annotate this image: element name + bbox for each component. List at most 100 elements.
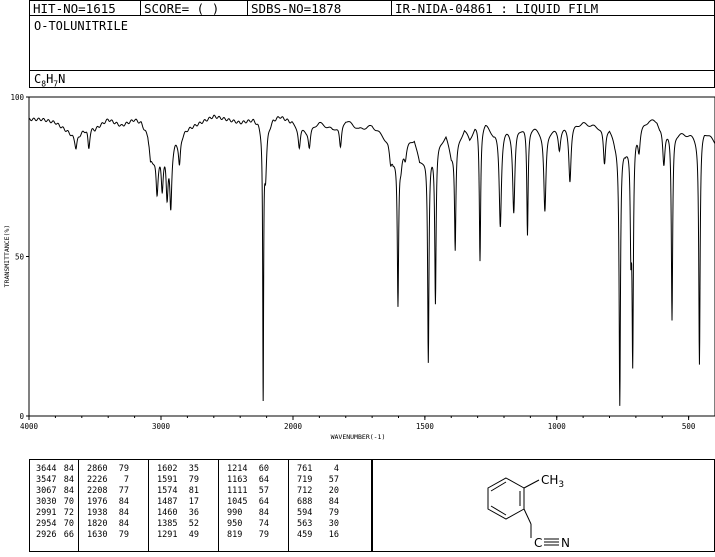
peak-wavenumber: 2991	[36, 508, 57, 518]
peak-column: 2860 79 2226 7 2208 77 1976 84 1938 84 1820 84 1630 7…	[78, 460, 148, 551]
formula-box: C8H7N	[29, 70, 715, 88]
hit-number: HIT-NO=1615	[29, 0, 141, 16]
peak-wavenumber: 563	[297, 519, 313, 529]
peak-wavenumber: 3030	[36, 497, 57, 507]
peak-transmittance: 52	[188, 519, 199, 529]
peak-wavenumber: 819	[227, 530, 243, 540]
peak-wavenumber: 719	[297, 475, 313, 485]
ir-spectrum-chart: 4000 3000 2000 1500 1000 500100500 WAVENUMBER…	[3, 93, 715, 441]
peak-transmittance: 79	[118, 530, 129, 540]
y-tick-label: 0	[19, 412, 24, 421]
compound-name: O-TOLUNITRILE	[34, 19, 128, 33]
peak-column: 3644 84 3547 84 3067 84 3030 70 2991 72 2954 70 2926…	[30, 460, 78, 551]
peak-wavenumber: 1214	[227, 464, 248, 474]
peak-transmittance: 64	[258, 475, 269, 485]
peak-wavenumber: 2860	[87, 464, 108, 474]
peak-wavenumber: 1385	[157, 519, 178, 529]
peak-wavenumber: 950	[227, 519, 243, 529]
peak-wavenumber: 2926	[36, 530, 57, 540]
nitrile-nitrogen-label: N	[561, 536, 570, 550]
peak-wavenumber: 1820	[87, 519, 108, 529]
y-tick-label: 100	[10, 93, 24, 102]
peak-wavenumber: 1976	[87, 497, 108, 507]
peak-transmittance: 49	[188, 530, 199, 540]
peak-transmittance: 84	[63, 486, 74, 496]
peak-transmittance: 66	[63, 530, 74, 540]
peak-transmittance: 84	[258, 508, 269, 518]
y-tick-label: 50	[15, 253, 25, 262]
y-axis-title: TRANSMITTANCE(%)	[3, 225, 11, 288]
peak-wavenumber: 3067	[36, 486, 57, 496]
peak-table: 3644 84 3547 84 3067 84 3030 70 2991 72 2954 70 2926…	[29, 459, 372, 552]
peak-transmittance: 77	[118, 486, 129, 496]
peak-wavenumber: 2226	[87, 475, 108, 485]
peak-transmittance: 79	[188, 475, 199, 485]
peak-transmittance: 72	[63, 508, 74, 518]
peak-column: 1214 60 1163 64 1111 57 1045 64 990 84 950 74 819 79	[218, 460, 288, 551]
peak-transmittance: 84	[118, 519, 129, 529]
peak-transmittance: 79	[258, 530, 269, 540]
peak-wavenumber: 1938	[87, 508, 108, 518]
peak-wavenumber: 2208	[87, 486, 108, 496]
peak-wavenumber: 712	[297, 486, 313, 496]
ir-info: IR-NIDA-04861 : LIQUID FILM	[391, 0, 715, 16]
peak-transmittance: 16	[328, 530, 339, 540]
peak-column: 1602 35 1591 79 1574 81 1487 17 1460 36 1385 52 1291…	[148, 460, 218, 551]
peak-wavenumber: 688	[297, 497, 313, 507]
methyl-label: CH3	[541, 473, 564, 490]
peak-wavenumber: 594	[297, 508, 313, 518]
peak-transmittance: 35	[188, 464, 199, 474]
peak-wavenumber: 1163	[227, 475, 248, 485]
peak-wavenumber: 3644	[36, 464, 57, 474]
x-tick-label: 1500	[416, 422, 435, 431]
peak-wavenumber: 3547	[36, 475, 57, 485]
peak-wavenumber: 1574	[157, 486, 178, 496]
peak-transmittance: 84	[118, 508, 129, 518]
peak-transmittance: 57	[258, 486, 269, 496]
peak-transmittance: 79	[328, 508, 339, 518]
peak-transmittance: 74	[258, 519, 269, 529]
sdbs-number: SDBS-NO=1878	[247, 0, 392, 16]
peak-transmittance: 84	[328, 497, 339, 507]
axis-ticks: 4000 3000 2000 1500 1000 500100500	[10, 93, 695, 431]
peak-transmittance: 81	[188, 486, 199, 496]
peak-transmittance: 60	[258, 464, 269, 474]
structure-box: CH3 C N	[372, 459, 715, 552]
x-tick-label: 2000	[284, 422, 303, 431]
spectrum-line	[28, 114, 715, 406]
peak-transmittance: 84	[63, 475, 74, 485]
peak-wavenumber: 1460	[157, 508, 178, 518]
peak-wavenumber: 1630	[87, 530, 108, 540]
x-tick-label: 500	[682, 422, 696, 431]
peak-transmittance: 79	[118, 464, 129, 474]
peak-wavenumber: 1291	[157, 530, 178, 540]
score-field: SCORE= ( )	[140, 0, 248, 16]
nitrile-carbon-label: C	[534, 536, 542, 550]
o-tolunitrile-structure: CH3 C N	[487, 473, 570, 550]
peak-wavenumber: 1591	[157, 475, 178, 485]
peak-wavenumber: 1045	[227, 497, 248, 507]
peak-wavenumber: 761	[297, 464, 313, 474]
peak-wavenumber: 2954	[36, 519, 57, 529]
molecular-formula: C8H7N	[34, 72, 65, 88]
peak-wavenumber: 1487	[157, 497, 178, 507]
peak-wavenumber: 1111	[227, 486, 248, 496]
peak-column: 761 4 719 57 712 20 688 84 594 79 563 30 459 16	[288, 460, 371, 551]
peak-wavenumber: 1602	[157, 464, 178, 474]
peak-transmittance: 84	[63, 464, 74, 474]
x-axis-title: WAVENUMBER(-1)	[331, 433, 386, 441]
peak-transmittance: 70	[63, 519, 74, 529]
peak-transmittance: 20	[328, 486, 339, 496]
x-tick-label: 4000	[20, 422, 39, 431]
peak-transmittance: 4	[333, 464, 339, 474]
compound-name-box: O-TOLUNITRILE	[29, 15, 715, 71]
x-tick-label: 3000	[152, 422, 171, 431]
peak-transmittance: 84	[118, 497, 129, 507]
plot-frame	[28, 96, 715, 417]
formula-n: N	[58, 72, 66, 86]
peak-transmittance: 17	[188, 497, 199, 507]
peak-wavenumber: 459	[297, 530, 313, 540]
x-tick-label: 1000	[548, 422, 567, 431]
peak-transmittance: 36	[188, 508, 199, 518]
peak-transmittance: 64	[258, 497, 269, 507]
